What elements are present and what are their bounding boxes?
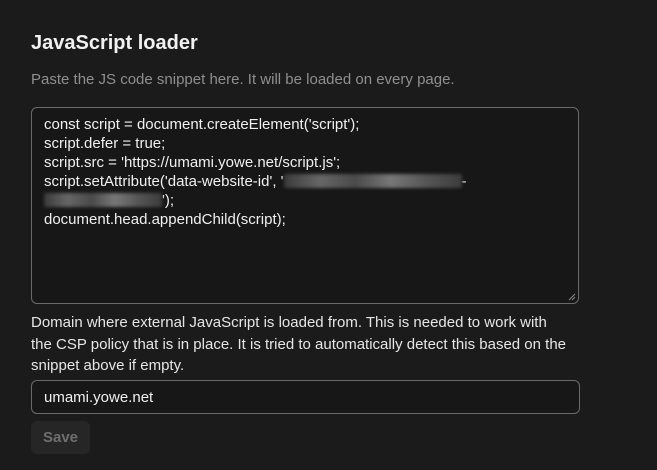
javascript-loader-settings: JavaScript loader Paste the JS code snip… <box>0 0 657 470</box>
domain-help-text: Domain where external JavaScript is load… <box>31 314 567 374</box>
code-line: document.head.appendChild(script); <box>44 211 286 228</box>
resize-handle-icon[interactable] <box>568 293 576 301</box>
code-text: script.setAttribute('data-website-id', ' <box>44 173 284 190</box>
code-line: script.src = 'https://umami.yowe.net/scr… <box>44 154 341 171</box>
domain-input[interactable] <box>31 380 580 414</box>
section-title: JavaScript loader <box>31 32 198 54</box>
redacted-website-id <box>283 174 462 188</box>
code-line: const script = document.createElement('s… <box>44 116 360 133</box>
code-line: script.defer = true; <box>44 135 166 152</box>
save-button[interactable]: Save <box>31 421 90 454</box>
code-line-website-id: script.setAttribute('data-website-id', '… <box>44 173 467 190</box>
redacted-website-id <box>44 193 162 207</box>
section-subtitle: Paste the JS code snippet here. It will … <box>31 71 455 88</box>
code-line-website-id-end: '); <box>44 191 566 210</box>
js-snippet-textarea[interactable]: const script = document.createElement('s… <box>31 107 579 304</box>
code-text: '); <box>162 192 175 209</box>
